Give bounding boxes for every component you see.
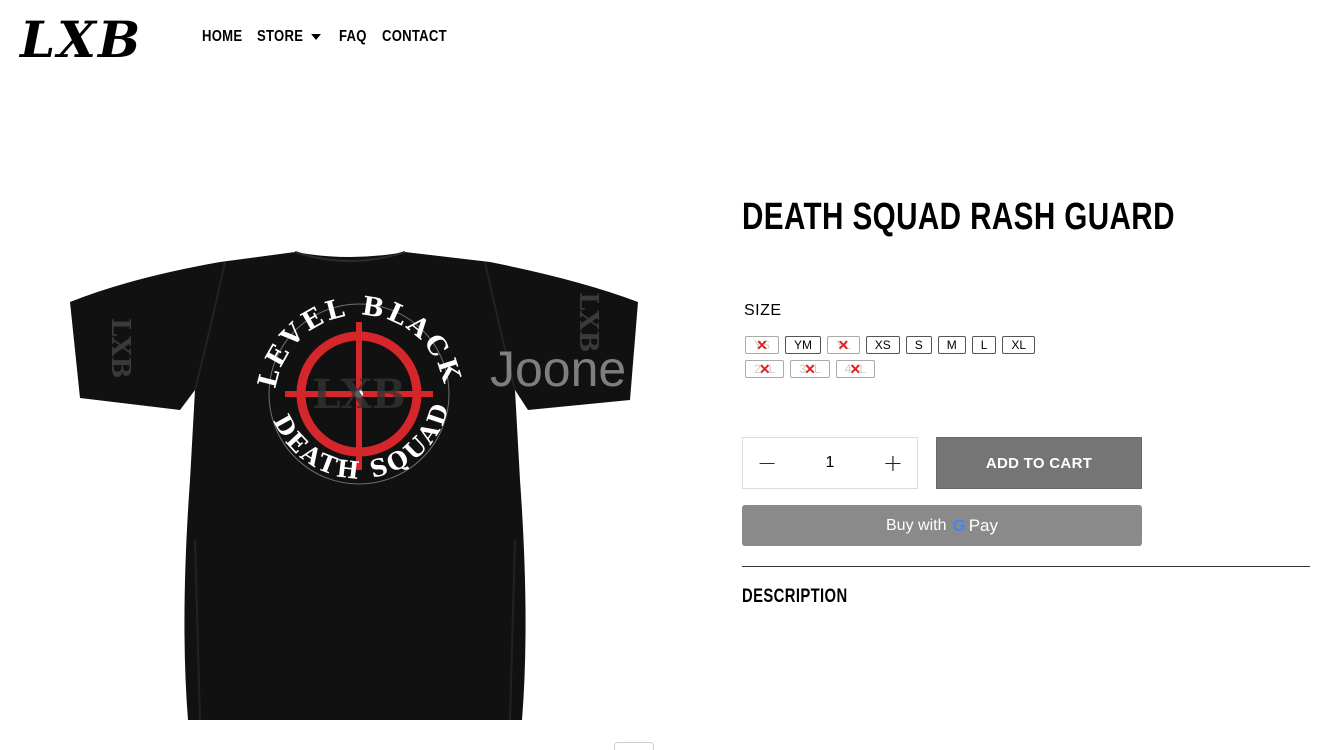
nav-home[interactable]: HOME (202, 28, 242, 46)
image-thumbnail-indicator[interactable] (614, 742, 654, 750)
size-option-l[interactable]: L (971, 336, 997, 354)
emblem-center-text: LXB (313, 371, 406, 418)
nav-store[interactable]: STORE (257, 28, 322, 46)
minus-icon[interactable]: − (757, 451, 777, 475)
size-label: SIZE (744, 302, 782, 319)
size-option-ym[interactable]: YM (785, 336, 822, 354)
sleeve-logo-left: LXB (105, 318, 135, 378)
size-options: YS ✕ YM YL ✕ XS S M L XL 2XL ✕ 3XL ✕ 4XL ✕ (745, 336, 1045, 384)
size-option-4xl[interactable]: 4XL ✕ (835, 360, 876, 378)
gpay-prefix: Buy with (886, 516, 947, 534)
size-row: 2XL ✕ 3XL ✕ 4XL ✕ (745, 360, 1045, 378)
unavailable-x-icon: ✕ (837, 336, 850, 353)
size-option-m[interactable]: M (937, 336, 966, 354)
site-logo[interactable]: LXB (20, 12, 142, 68)
description-toggle[interactable]: DESCRIPTION (742, 586, 848, 608)
rash-guard-image: LXB LXB LXB LEVEL BLACK DEATH SQUAD (70, 251, 638, 721)
gpay-label: Pay (968, 515, 998, 535)
product-title: DEATH SQUAD RASH GUARD (742, 196, 1175, 238)
size-option-s[interactable]: S (905, 336, 932, 354)
size-option-ys[interactable]: YS ✕ (745, 336, 780, 354)
size-option-label: L (980, 338, 988, 352)
watermark: Joone (490, 341, 627, 397)
unavailable-x-icon: ✕ (758, 360, 771, 377)
size-option-xl[interactable]: XL (1002, 336, 1036, 354)
divider (742, 566, 1310, 567)
size-row: YS ✕ YM YL ✕ XS S M L XL (745, 336, 1045, 354)
unavailable-x-icon: ✕ (804, 360, 816, 377)
nav-store-label: STORE (257, 28, 304, 45)
google-g-icon: G (952, 515, 966, 535)
size-option-label: S (914, 338, 923, 352)
quantity-input[interactable]: 1 (826, 454, 835, 472)
add-to-cart-button[interactable]: ADD TO CART (936, 437, 1142, 489)
size-option-yl[interactable]: YL ✕ (827, 336, 860, 354)
google-pay-button[interactable]: Buy with G Pay (742, 505, 1142, 546)
unavailable-x-icon: ✕ (849, 360, 862, 377)
size-option-label: XL (1011, 338, 1027, 352)
nav-contact[interactable]: CONTACT (382, 28, 447, 46)
chevron-down-icon (311, 34, 322, 40)
size-option-label: YM (794, 338, 813, 352)
unavailable-x-icon: ✕ (756, 336, 768, 353)
quantity-stepper: − 1 + (742, 437, 918, 489)
product-image[interactable]: LXB LXB LXB LEVEL BLACK DEATH SQUAD (60, 240, 650, 730)
nav-faq[interactable]: FAQ (339, 28, 367, 46)
plus-icon[interactable]: + (883, 451, 903, 475)
size-option-label: XS (874, 338, 891, 352)
size-option-2xl[interactable]: 2XL ✕ (745, 360, 785, 378)
size-option-3xl[interactable]: 3XL ✕ (790, 360, 830, 378)
size-option-xs[interactable]: XS (865, 336, 900, 354)
size-option-label: M (946, 338, 957, 352)
